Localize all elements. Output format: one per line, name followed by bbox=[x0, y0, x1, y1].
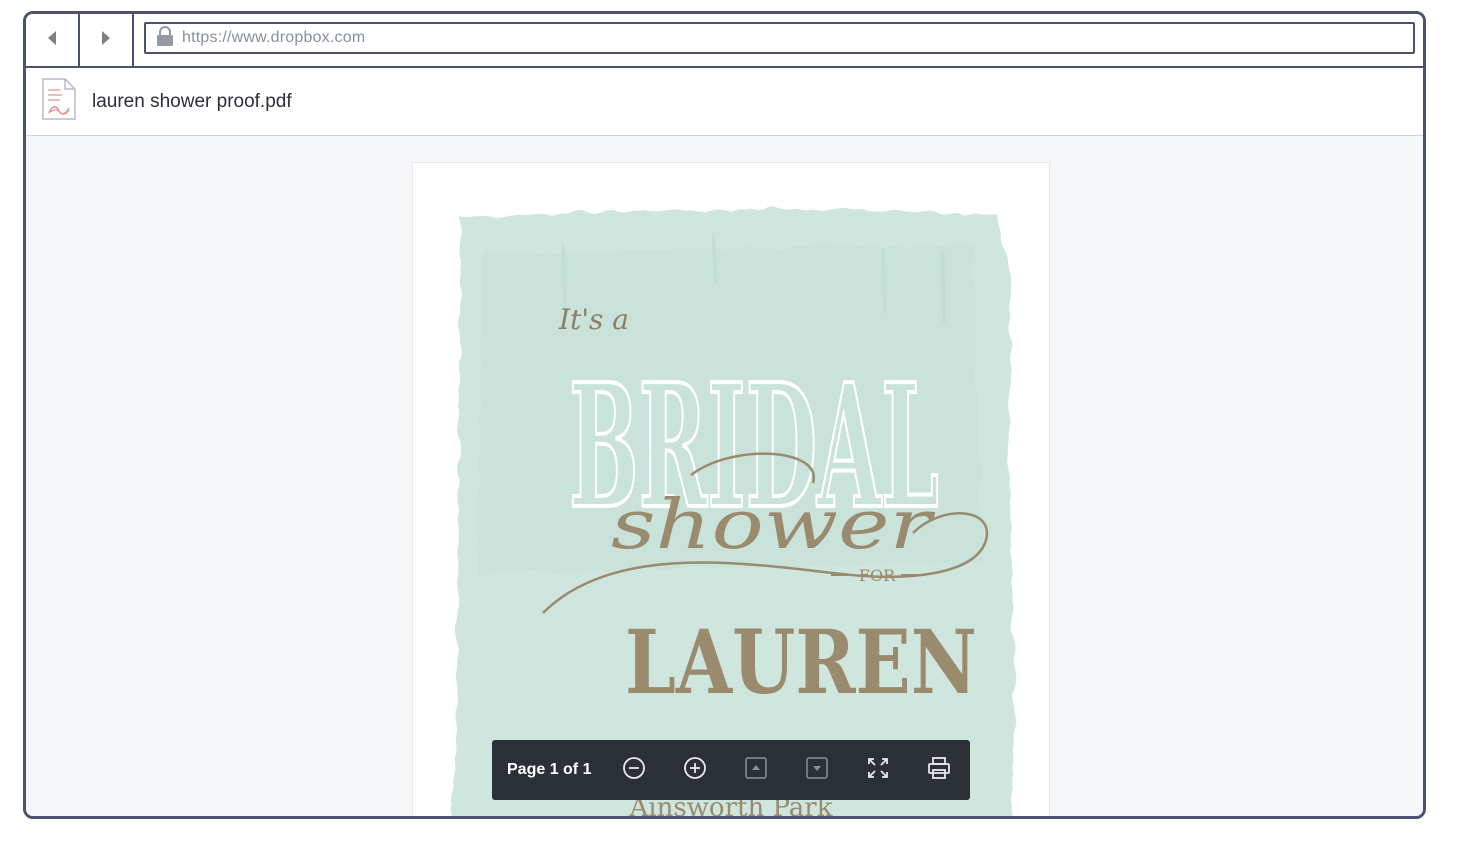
pdf-toolbar: Page 1 of 1 bbox=[492, 740, 970, 800]
zoom-out-icon bbox=[622, 756, 646, 785]
fullscreen-button[interactable] bbox=[847, 740, 908, 800]
next-page-icon bbox=[805, 756, 828, 784]
page-indicator: Page 1 of 1 bbox=[507, 761, 592, 778]
forward-arrow-icon bbox=[101, 30, 111, 51]
zoom-in-icon bbox=[683, 756, 707, 785]
file-name: lauren shower proof.pdf bbox=[92, 90, 292, 112]
zoom-out-button[interactable] bbox=[603, 740, 664, 800]
invitation-artwork: It's a BRIDAL shower FOR LAUREN Ainswort… bbox=[413, 163, 1049, 816]
back-button[interactable] bbox=[26, 14, 80, 66]
script-word: shower bbox=[611, 486, 935, 565]
script-line: It's a bbox=[558, 303, 629, 336]
url-text: https://www.dropbox.com bbox=[182, 29, 366, 46]
forward-button[interactable] bbox=[80, 14, 134, 66]
browser-toolbar: https://www.dropbox.com bbox=[26, 14, 1423, 68]
previous-page-icon bbox=[744, 756, 767, 784]
address-bar[interactable]: https://www.dropbox.com bbox=[144, 22, 1415, 54]
next-page-button[interactable] bbox=[786, 740, 847, 800]
zoom-in-button[interactable] bbox=[664, 740, 725, 800]
honoree-name: LAUREN bbox=[625, 610, 977, 714]
pdf-file-icon bbox=[42, 78, 76, 125]
browser-window: https://www.dropbox.com lauren shower pr… bbox=[23, 11, 1426, 819]
print-button[interactable] bbox=[908, 740, 969, 800]
lock-icon bbox=[156, 25, 174, 51]
back-arrow-icon bbox=[47, 30, 57, 51]
pdf-page: It's a BRIDAL shower FOR LAUREN Ainswort… bbox=[413, 163, 1049, 816]
pdf-viewer: It's a BRIDAL shower FOR LAUREN Ainswort… bbox=[26, 136, 1423, 816]
connector-word: FOR bbox=[859, 566, 896, 585]
previous-page-button[interactable] bbox=[725, 740, 786, 800]
fullscreen-icon bbox=[866, 756, 890, 785]
print-icon bbox=[927, 756, 951, 785]
file-header: lauren shower proof.pdf bbox=[26, 68, 1423, 136]
